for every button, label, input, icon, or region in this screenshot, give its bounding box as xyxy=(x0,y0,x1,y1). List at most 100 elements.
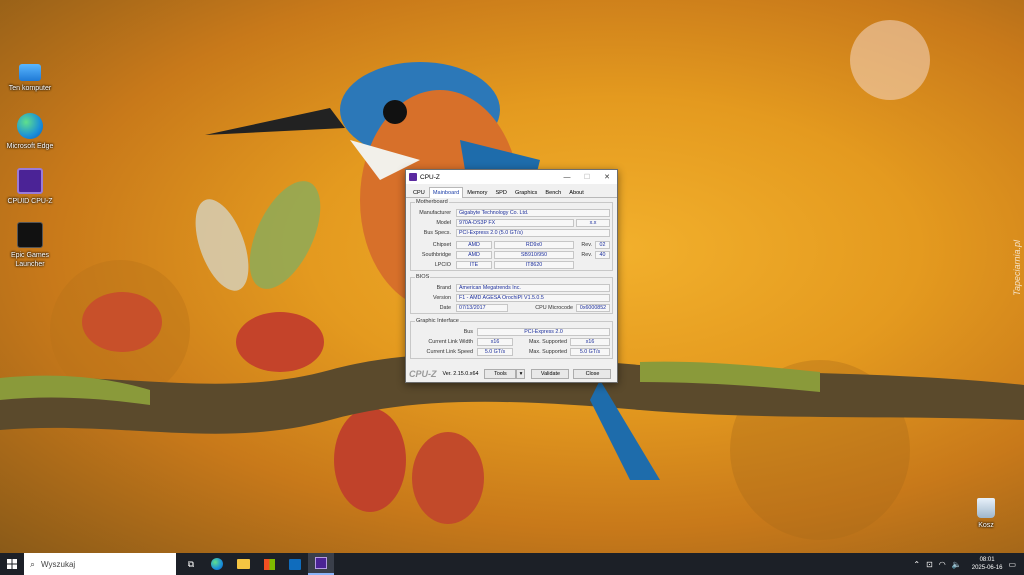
network-icon[interactable]: ⊡ xyxy=(926,560,933,569)
volume-icon[interactable]: 🔈 xyxy=(952,560,962,569)
tools-button[interactable]: Tools xyxy=(484,369,517,379)
tab-bench[interactable]: Bench xyxy=(541,187,565,197)
taskbar-clock[interactable]: 08:01 2025-06-16 xyxy=(972,556,1003,572)
desktop-icon-recycle-bin[interactable]: Kosz xyxy=(956,498,1016,530)
desktop-icon-label: Ten komputer xyxy=(8,85,52,92)
computer-icon xyxy=(19,64,41,81)
southbridge-vendor-value: AMD xyxy=(456,251,492,259)
southbridge-rev-value: 40 xyxy=(595,251,610,259)
cpu-microcode-value: 0x6000852 xyxy=(576,304,610,312)
cpuz-icon xyxy=(17,168,43,194)
taskbar-store[interactable] xyxy=(256,553,282,575)
desktop-icon-label: Microsoft Edge xyxy=(6,143,54,150)
group-title: Graphic Interface xyxy=(415,318,460,324)
tab-mainboard[interactable]: Mainboard xyxy=(428,187,464,198)
validate-button[interactable]: Validate xyxy=(531,369,570,379)
start-button[interactable] xyxy=(0,553,24,575)
minimize-icon: — xyxy=(563,173,571,181)
taskbar-file-explorer[interactable] xyxy=(230,553,256,575)
lpcio-label: LPCIO xyxy=(434,262,451,268)
tab-cpu[interactable]: CPU xyxy=(409,187,429,197)
wifi-icon[interactable]: ◠ xyxy=(939,560,946,569)
tab-about[interactable]: About xyxy=(565,187,588,197)
bus-specs-label: Bus Specs. xyxy=(423,230,451,236)
tools-button-label: Tools xyxy=(494,371,507,377)
tab-spd[interactable]: SPD xyxy=(491,187,511,197)
tools-dropdown-button[interactable]: ▾ xyxy=(516,369,526,379)
close-icon: ✕ xyxy=(604,174,610,181)
notifications-icon[interactable]: ▭ xyxy=(1008,560,1016,569)
maximize-button[interactable]: ☐ xyxy=(577,170,597,184)
cpu-microcode-label: CPU Microcode xyxy=(535,305,573,311)
lpcio-model-value: IT8620 xyxy=(494,261,574,269)
bios-brand-value: American Megatrends Inc. xyxy=(456,284,610,292)
lpcio-vendor-value: ITE xyxy=(456,261,492,269)
minimize-button[interactable]: — xyxy=(557,170,577,184)
desktop-icon-label: Epic Games Launcher xyxy=(10,252,50,268)
max-speed-label: Max. Supported xyxy=(528,349,567,355)
bios-version-label: Version xyxy=(433,295,451,301)
tab-graphics[interactable]: Graphics xyxy=(511,187,541,197)
system-tray: ⌃ ⊡ ◠ 🔈 08:01 2025-06-16 ▭ xyxy=(913,553,1024,575)
chevron-down-icon: ▾ xyxy=(519,371,523,377)
desktop-icon-edge[interactable]: Microsoft Edge xyxy=(0,113,60,151)
model-revision-value: x.x xyxy=(576,219,610,227)
desktop-icon-label: CPUID CPU-Z xyxy=(7,198,53,205)
epic-games-icon xyxy=(17,222,43,248)
desktop-icon-cpuz[interactable]: CPUID CPU-Z xyxy=(0,168,60,206)
manufacturer-value: Gigabyte Technology Co. Ltd. xyxy=(456,209,610,217)
bios-group: BIOS Brand American Megatrends Inc. Vers… xyxy=(410,274,613,314)
cpuz-brand-logo: CPU-Z xyxy=(409,369,437,379)
taskbar-search-box[interactable]: ⌕ Wyszukaj xyxy=(24,553,176,575)
max-speed-value: 5.0 GT/s xyxy=(570,348,610,356)
chipset-model-value: RD9x0 xyxy=(494,241,574,249)
tab-memory[interactable]: Memory xyxy=(463,187,491,197)
maximize-icon: ☐ xyxy=(583,174,591,181)
max-width-label: Max. Supported xyxy=(528,339,567,345)
folder-icon xyxy=(236,559,250,569)
model-label: Model xyxy=(436,220,451,226)
manufacturer-label: Manufacturer xyxy=(419,210,451,216)
cpuz-icon xyxy=(315,557,327,569)
desktop-icon-epic-games[interactable]: Epic Games Launcher xyxy=(0,222,60,269)
gi-bus-value: PCI-Express 2.0 xyxy=(477,328,610,336)
version-text: Ver. 2.15.0.x64 xyxy=(442,371,479,377)
southbridge-label: Southbridge xyxy=(421,252,451,258)
desktop-icon-label: Kosz xyxy=(978,522,994,529)
southbridge-rev-label: Rev. xyxy=(581,252,592,258)
group-title: BIOS xyxy=(415,274,431,280)
taskbar-edge[interactable] xyxy=(204,553,230,575)
taskbar-cpuz[interactable] xyxy=(308,553,334,575)
group-title: Motherboard xyxy=(415,199,449,205)
graphic-interface-group: Graphic Interface Bus PCI-Express 2.0 Cu… xyxy=(410,318,613,359)
edge-icon xyxy=(211,558,223,570)
close-button-label: Close xyxy=(585,371,600,377)
bios-brand-label: Brand xyxy=(436,285,451,291)
close-window-button[interactable]: ✕ xyxy=(597,170,617,184)
desktop-icon-this-pc[interactable]: Ten komputer xyxy=(0,60,60,93)
clock-date: 2025-06-16 xyxy=(971,565,1003,571)
store-icon xyxy=(263,558,275,570)
task-view-button[interactable]: ⧉ xyxy=(178,553,204,575)
clock-time: 08:01 xyxy=(979,557,995,563)
bios-version-value: F1 - AMD AGESA OrochiPI V1.5.0.5 xyxy=(456,294,610,302)
taskbar: ⌕ Wyszukaj ⧉ ⌃ ⊡ ◠ 🔈 08:01 2025-06-16 ▭ xyxy=(0,553,1024,575)
taskbar-outlook[interactable] xyxy=(282,553,308,575)
model-value: 970A-DS3P FX xyxy=(456,219,574,227)
window-titlebar[interactable]: CPU-Z — ☐ ✕ xyxy=(406,170,617,184)
search-icon: ⌕ xyxy=(30,558,36,569)
recycle-bin-icon xyxy=(977,498,995,518)
edge-icon xyxy=(17,113,43,139)
validate-button-label: Validate xyxy=(540,371,561,377)
chipset-vendor-value: AMD xyxy=(456,241,492,249)
gi-bus-label: Bus xyxy=(463,329,473,335)
wallpaper-watermark: Tapeciarnia.pl xyxy=(1012,240,1022,296)
tab-bar: CPU Mainboard Memory SPD Graphics Bench … xyxy=(406,184,617,198)
chevron-up-icon[interactable]: ⌃ xyxy=(913,560,920,569)
close-button[interactable]: Close xyxy=(573,369,612,379)
bus-specs-value: PCI-Express 2.0 (5.0 GT/s) xyxy=(456,229,610,237)
windows-icon xyxy=(7,559,17,569)
search-placeholder: Wyszukaj xyxy=(41,559,76,569)
outlook-icon xyxy=(289,558,301,570)
cpuz-window[interactable]: CPU-Z — ☐ ✕ CPU Mainboard Memory SPD Gra… xyxy=(405,169,618,383)
